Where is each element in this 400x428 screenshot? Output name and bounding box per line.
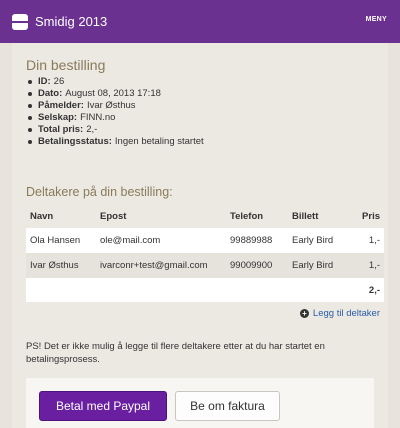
cell-price: 1,- xyxy=(348,228,384,253)
bullet-icon xyxy=(28,80,32,84)
payment-actions: Betal med Paypal Be om faktura xyxy=(26,378,374,428)
plus-circle-icon: + xyxy=(299,309,309,318)
app-title: Smidig 2013 xyxy=(35,14,108,29)
request-invoice-button[interactable]: Be om faktura xyxy=(175,391,280,421)
payment-note: PS! Det er ikke mulig å legge til flere … xyxy=(26,341,325,365)
table-row: Ivar Østhus ivarconr+test@gmail.com 9900… xyxy=(26,253,384,278)
column-header-email: Epost xyxy=(100,210,127,222)
bullet-icon xyxy=(28,128,32,132)
cell-ticket: Early Bird xyxy=(288,253,348,278)
bullet-icon xyxy=(28,92,32,96)
logo-icon xyxy=(12,13,28,30)
column-header-ticket: Billett xyxy=(292,210,319,222)
cell-name: Ivar Østhus xyxy=(26,253,96,278)
detail-date: Dato: August 08, 2013 17:18 xyxy=(28,88,204,100)
table-total-row: 2,- xyxy=(26,278,384,302)
top-bar: Smidig 2013 MENY xyxy=(0,0,400,43)
add-participant-link[interactable]: + Legg til deltaker xyxy=(299,308,380,319)
column-header-phone: Telefon xyxy=(230,210,264,222)
order-title: Din bestilling xyxy=(26,57,106,73)
cell-name: Ola Hansen xyxy=(26,228,96,253)
menu-button[interactable]: MENY xyxy=(366,16,387,23)
bullet-icon xyxy=(28,116,32,120)
detail-registrant: Påmelder: Ivar Østhus xyxy=(28,100,204,112)
detail-total-price: Total pris: 2,- xyxy=(28,124,204,136)
column-header-name: Navn xyxy=(30,210,54,222)
participants-table: Navn Epost Telefon Billett Pris Ola Hans… xyxy=(26,204,384,302)
cell-price: 1,- xyxy=(348,253,384,278)
add-participant-label: Legg til deltaker xyxy=(312,308,380,319)
pay-with-paypal-button[interactable]: Betal med Paypal xyxy=(39,391,167,421)
cell-phone: 99889988 xyxy=(226,228,288,253)
cell-phone: 99009900 xyxy=(226,253,288,278)
cell-email: ole@mail.com xyxy=(96,228,226,253)
main-content: Din bestilling ID: 26 Dato: August 08, 201… xyxy=(12,43,388,428)
column-header-price: Pris xyxy=(362,210,380,222)
participants-title: Deltakere på din bestilling: xyxy=(26,185,173,199)
table-header-row: Navn Epost Telefon Billett Pris xyxy=(26,204,384,228)
detail-id: ID: 26 xyxy=(28,76,204,88)
order-details: ID: 26 Dato: August 08, 2013 17:18 Påmelde… xyxy=(28,76,204,148)
detail-payment-status: Betalingsstatus: Ingen betaling startet xyxy=(28,136,204,148)
bullet-icon xyxy=(28,140,32,144)
detail-company: Selskap: FINN.no xyxy=(28,112,204,124)
bullet-icon xyxy=(28,104,32,108)
table-row: Ola Hansen ole@mail.com 99889988 Early B… xyxy=(26,228,384,253)
total-price: 2,- xyxy=(348,278,384,302)
cell-email: ivarconr+test@gmail.com xyxy=(96,253,226,278)
cell-ticket: Early Bird xyxy=(288,228,348,253)
